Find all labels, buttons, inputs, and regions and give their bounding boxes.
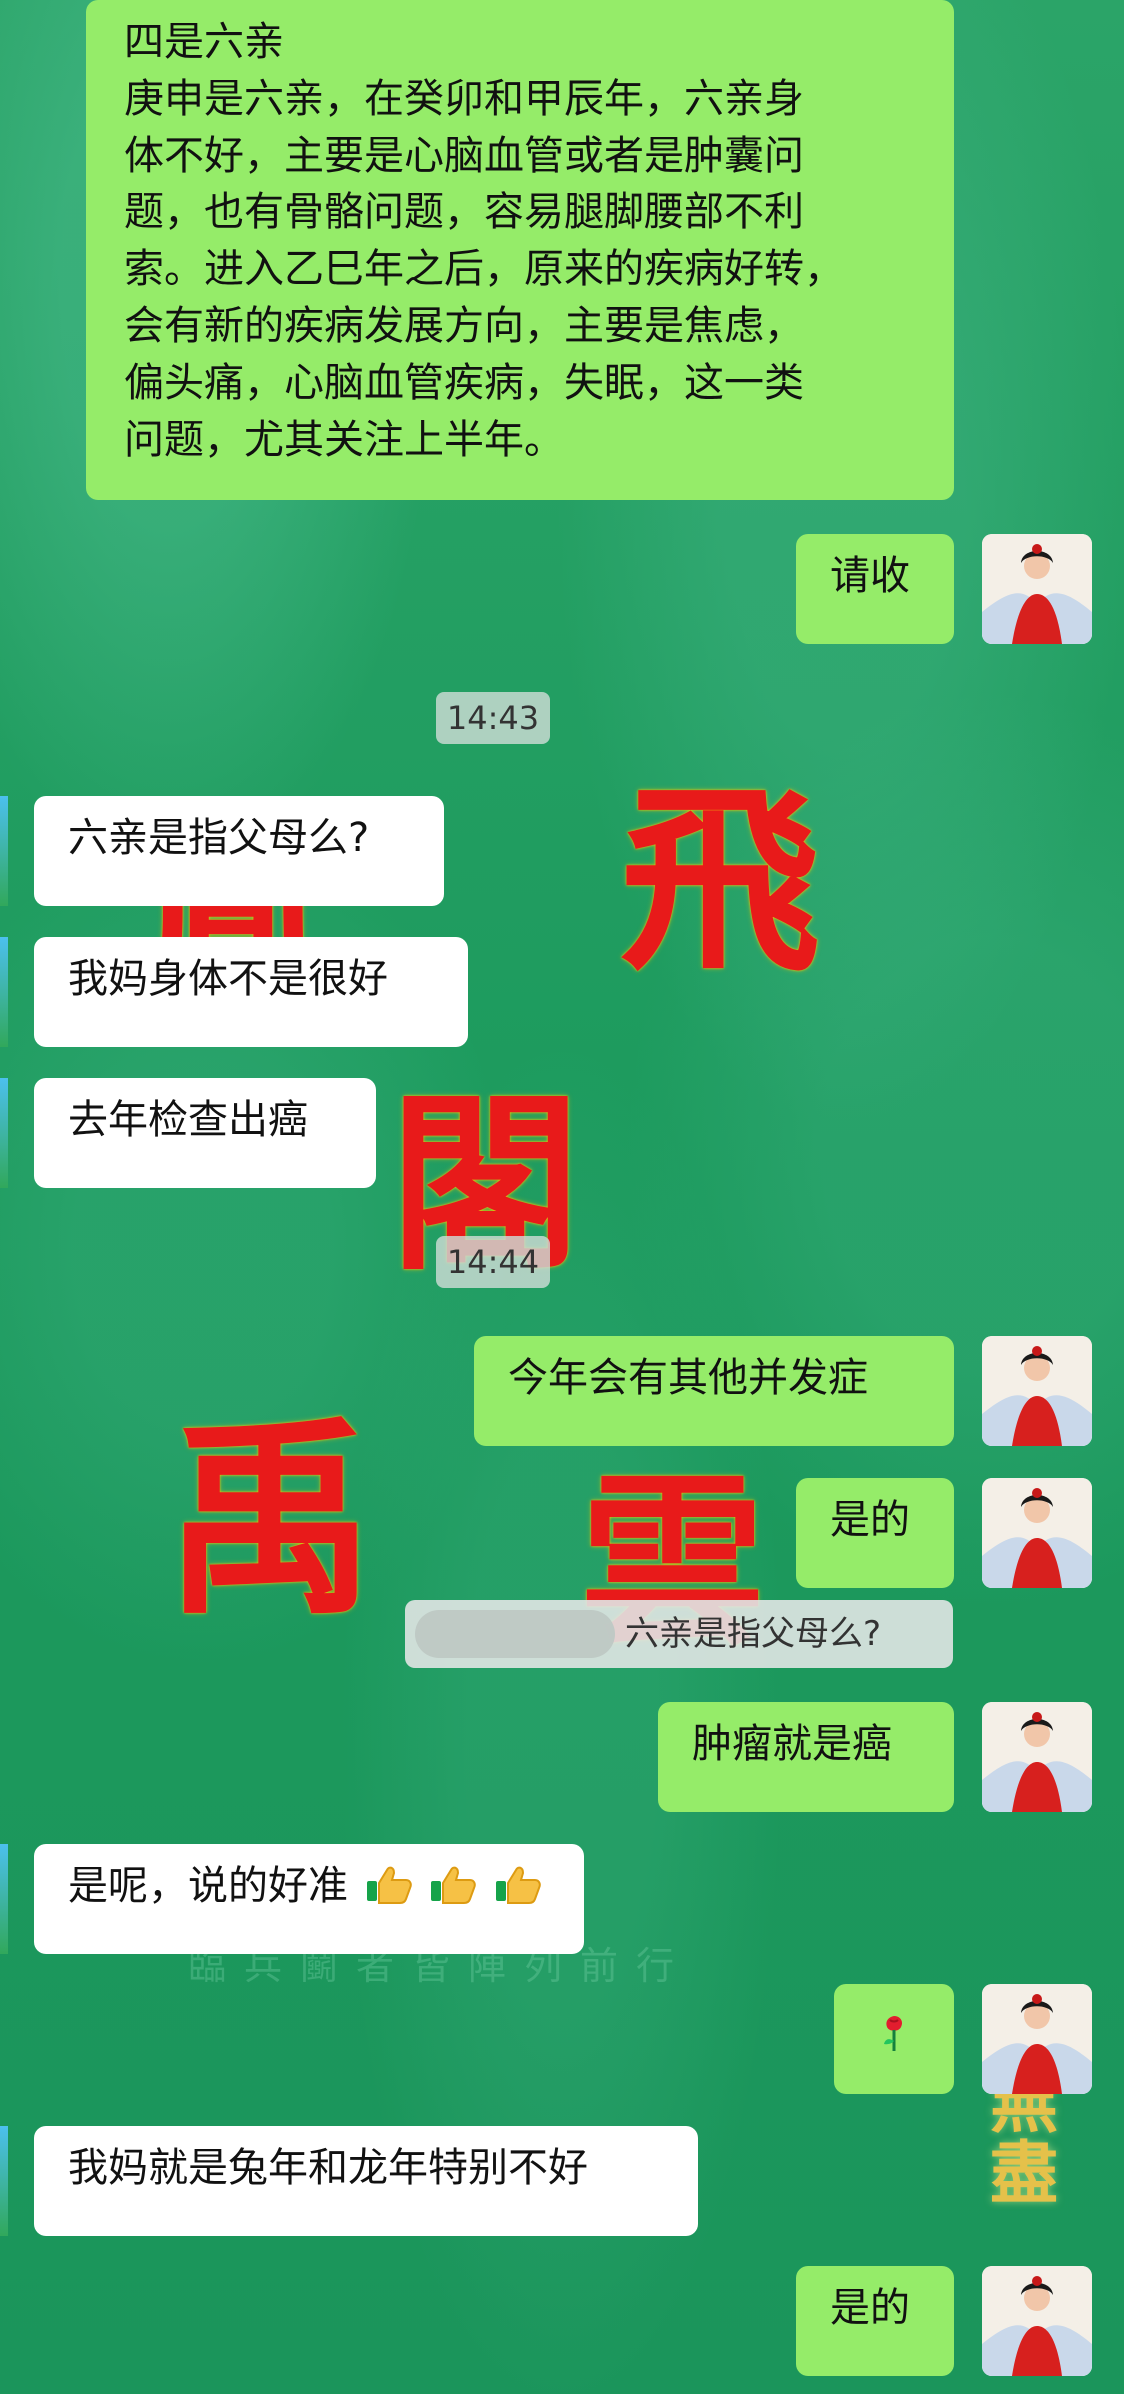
contact-avatar-edge[interactable] [0,937,8,1047]
thumbs-up-emoji-group [365,1858,546,1915]
quoted-author-blur [415,1610,615,1658]
timestamp: 14:43 [436,692,550,744]
quoted-message[interactable]: 六亲是指父母么? [405,1600,953,1668]
outgoing-message[interactable]: 是的 [796,2266,954,2376]
rose-icon [884,2016,903,2051]
quoted-message-text: 六亲是指父母么? [625,1614,882,1654]
outgoing-message[interactable]: 是的 [796,1478,954,1588]
timestamp: 14:44 [436,1236,550,1288]
message-line: 庚申是六亲，在癸卯和甲辰年，六亲身 [124,75,804,122]
user-avatar[interactable] [982,1702,1092,1812]
message-text: 今年会有其他并发症 [508,1355,868,1401]
outgoing-message[interactable]: 请收 [796,534,954,644]
message-line: 偏头痛，心脑血管疾病，失眠，这一类 [124,359,804,406]
message-line: 问题，尤其关注上半年。 [124,416,564,463]
background-seal-top-right: 飛 [620,764,821,999]
user-avatar[interactable] [982,2266,1092,2376]
outgoing-message-long[interactable]: 四是六亲 庚申是六亲，在癸卯和甲辰年，六亲身 体不好，主要是心脑血管或者是肿囊问… [86,0,954,500]
incoming-message[interactable]: 我妈就是兔年和龙年特别不好 [34,2126,698,2236]
message-text: 是的 [830,2285,910,2331]
message-line: 体不好，主要是心脑血管或者是肿囊问 [124,132,804,179]
user-avatar[interactable] [982,534,1092,644]
contact-avatar-edge[interactable] [0,2126,8,2236]
outgoing-message-emoji[interactable] [834,1984,954,2094]
message-line: 会有新的疾病发展方向，主要是焦虑， [124,302,804,349]
contact-avatar-edge[interactable] [0,796,8,906]
incoming-message[interactable]: 去年检查出癌 [34,1078,376,1188]
user-avatar[interactable] [982,1478,1092,1588]
incoming-message[interactable]: 六亲是指父母么? [34,796,444,906]
message-text: 去年检查出癌 [68,1097,308,1143]
incoming-message[interactable]: 是呢，说的好准 [34,1844,584,1954]
message-text: 是呢，说的好准 [68,1863,348,1909]
outgoing-message[interactable]: 今年会有其他并发症 [474,1336,954,1446]
message-line: 题，也有骨骼问题，容易腿脚腰部不利 [124,189,804,236]
thumbs-up-icon [431,1866,477,1904]
message-text: 六亲是指父母么? [68,815,370,861]
message-line: 四是六亲 [124,19,284,65]
contact-avatar-edge[interactable] [0,1078,8,1188]
message-text: 请收 [830,553,910,599]
background-seal-lower-left: 禹 [165,1396,376,1643]
message-text: 是的 [830,1497,910,1543]
user-avatar[interactable] [982,1984,1092,2094]
message-text: 我妈就是兔年和龙年特别不好 [68,2145,588,2191]
incoming-message[interactable]: 我妈身体不是很好 [34,937,468,1047]
contact-avatar-edge[interactable] [0,1844,8,1954]
message-line: 索。进入乙巳年之后，原来的疾病好转， [124,246,844,293]
message-text: 肿瘤就是癌 [692,1721,892,1767]
thumbs-up-icon [366,1866,412,1904]
message-text: 我妈身体不是很好 [68,956,388,1002]
outgoing-message[interactable]: 肿瘤就是癌 [658,1702,954,1812]
user-avatar[interactable] [982,1336,1092,1446]
thumbs-up-icon [496,1866,541,1904]
